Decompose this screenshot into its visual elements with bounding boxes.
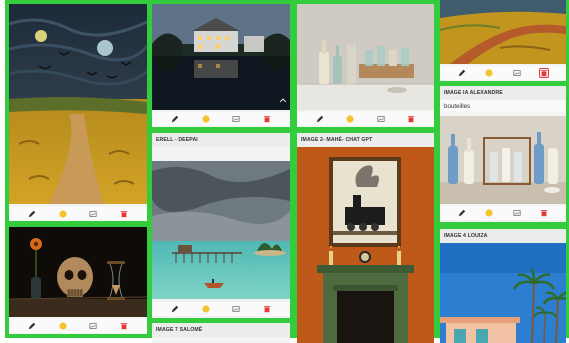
pencil-icon[interactable] bbox=[170, 114, 180, 124]
image-icon[interactable] bbox=[231, 114, 241, 124]
post-title: IMAGE IA ALEXANDRE bbox=[440, 86, 566, 100]
smiley-icon[interactable] bbox=[345, 114, 355, 124]
post-title: IMAGE 2- MAHÉ- CHAT GPT bbox=[297, 133, 434, 147]
smiley-icon[interactable] bbox=[58, 321, 68, 331]
post-title: ERELL - DEEPAI bbox=[152, 133, 290, 147]
trash-icon[interactable] bbox=[262, 304, 272, 314]
smiley-icon[interactable] bbox=[201, 114, 211, 124]
post-image-fireplace-painting[interactable] bbox=[297, 147, 434, 343]
post-toolbar bbox=[440, 206, 566, 220]
pencil-icon[interactable] bbox=[170, 304, 180, 314]
trash-icon[interactable] bbox=[539, 208, 549, 218]
post-image-palm-trees[interactable] bbox=[440, 243, 566, 343]
post-image-bouteilles[interactable] bbox=[440, 116, 566, 204]
image-icon[interactable] bbox=[231, 304, 241, 314]
post-card-skull-still-life[interactable] bbox=[9, 227, 147, 334]
image-icon[interactable] bbox=[512, 68, 522, 78]
pencil-icon[interactable] bbox=[315, 114, 325, 124]
pencil-icon[interactable] bbox=[27, 321, 37, 331]
post-card-louiza[interactable]: IMAGE 4 LOUIZA bbox=[440, 229, 566, 343]
smiley-icon[interactable] bbox=[201, 304, 211, 314]
trash-icon[interactable] bbox=[539, 68, 550, 78]
post-image-wheat-field[interactable] bbox=[9, 4, 147, 204]
trash-icon[interactable] bbox=[406, 114, 416, 124]
post-card-mahe[interactable]: IMAGE 2- MAHÉ- CHAT GPT bbox=[297, 133, 434, 343]
post-toolbar bbox=[152, 302, 290, 316]
pencil-icon[interactable] bbox=[457, 208, 467, 218]
post-toolbar bbox=[9, 207, 147, 221]
post-subtitle: bouteilles bbox=[440, 100, 566, 112]
post-toolbar bbox=[152, 112, 290, 126]
post-card-erell[interactable]: ERELL - DEEPAI bbox=[152, 133, 290, 318]
post-image-house-lake[interactable] bbox=[152, 4, 290, 110]
image-icon[interactable] bbox=[88, 321, 98, 331]
post-toolbar bbox=[9, 319, 147, 333]
post-title: IMAGE 7 SALOMÉ bbox=[152, 323, 290, 337]
post-title: IMAGE 4 LOUIZA bbox=[440, 229, 566, 243]
post-card-field-top[interactable] bbox=[440, 0, 566, 81]
post-image-pier[interactable] bbox=[152, 161, 290, 299]
post-card-alexandre[interactable]: IMAGE IA ALEXANDRE bouteilles bbox=[440, 86, 566, 222]
trash-icon[interactable] bbox=[262, 114, 272, 124]
padlet-board: ERELL - DEEPAI IMAGE 7 SALOMÉ IMAGE 2- M… bbox=[0, 0, 569, 343]
post-card-house-lake[interactable] bbox=[152, 4, 290, 127]
image-icon[interactable] bbox=[512, 208, 522, 218]
post-card-wheat-field[interactable] bbox=[9, 4, 147, 221]
post-image-field[interactable] bbox=[440, 0, 566, 64]
image-icon[interactable] bbox=[376, 114, 386, 124]
post-toolbar bbox=[297, 112, 434, 126]
image-icon[interactable] bbox=[88, 209, 98, 219]
pencil-icon[interactable] bbox=[457, 68, 467, 78]
smiley-icon[interactable] bbox=[58, 209, 68, 219]
post-image-bottles-table[interactable] bbox=[297, 4, 434, 110]
post-toolbar bbox=[440, 66, 566, 80]
post-image-skull-still-life[interactable] bbox=[9, 227, 147, 317]
post-card-salome[interactable]: IMAGE 7 SALOMÉ bbox=[152, 323, 290, 343]
post-card-bottles-table[interactable] bbox=[297, 4, 434, 127]
trash-icon[interactable] bbox=[119, 321, 129, 331]
smiley-icon[interactable] bbox=[484, 68, 494, 78]
pencil-icon[interactable] bbox=[27, 209, 37, 219]
trash-icon[interactable] bbox=[119, 209, 129, 219]
smiley-icon[interactable] bbox=[484, 208, 494, 218]
